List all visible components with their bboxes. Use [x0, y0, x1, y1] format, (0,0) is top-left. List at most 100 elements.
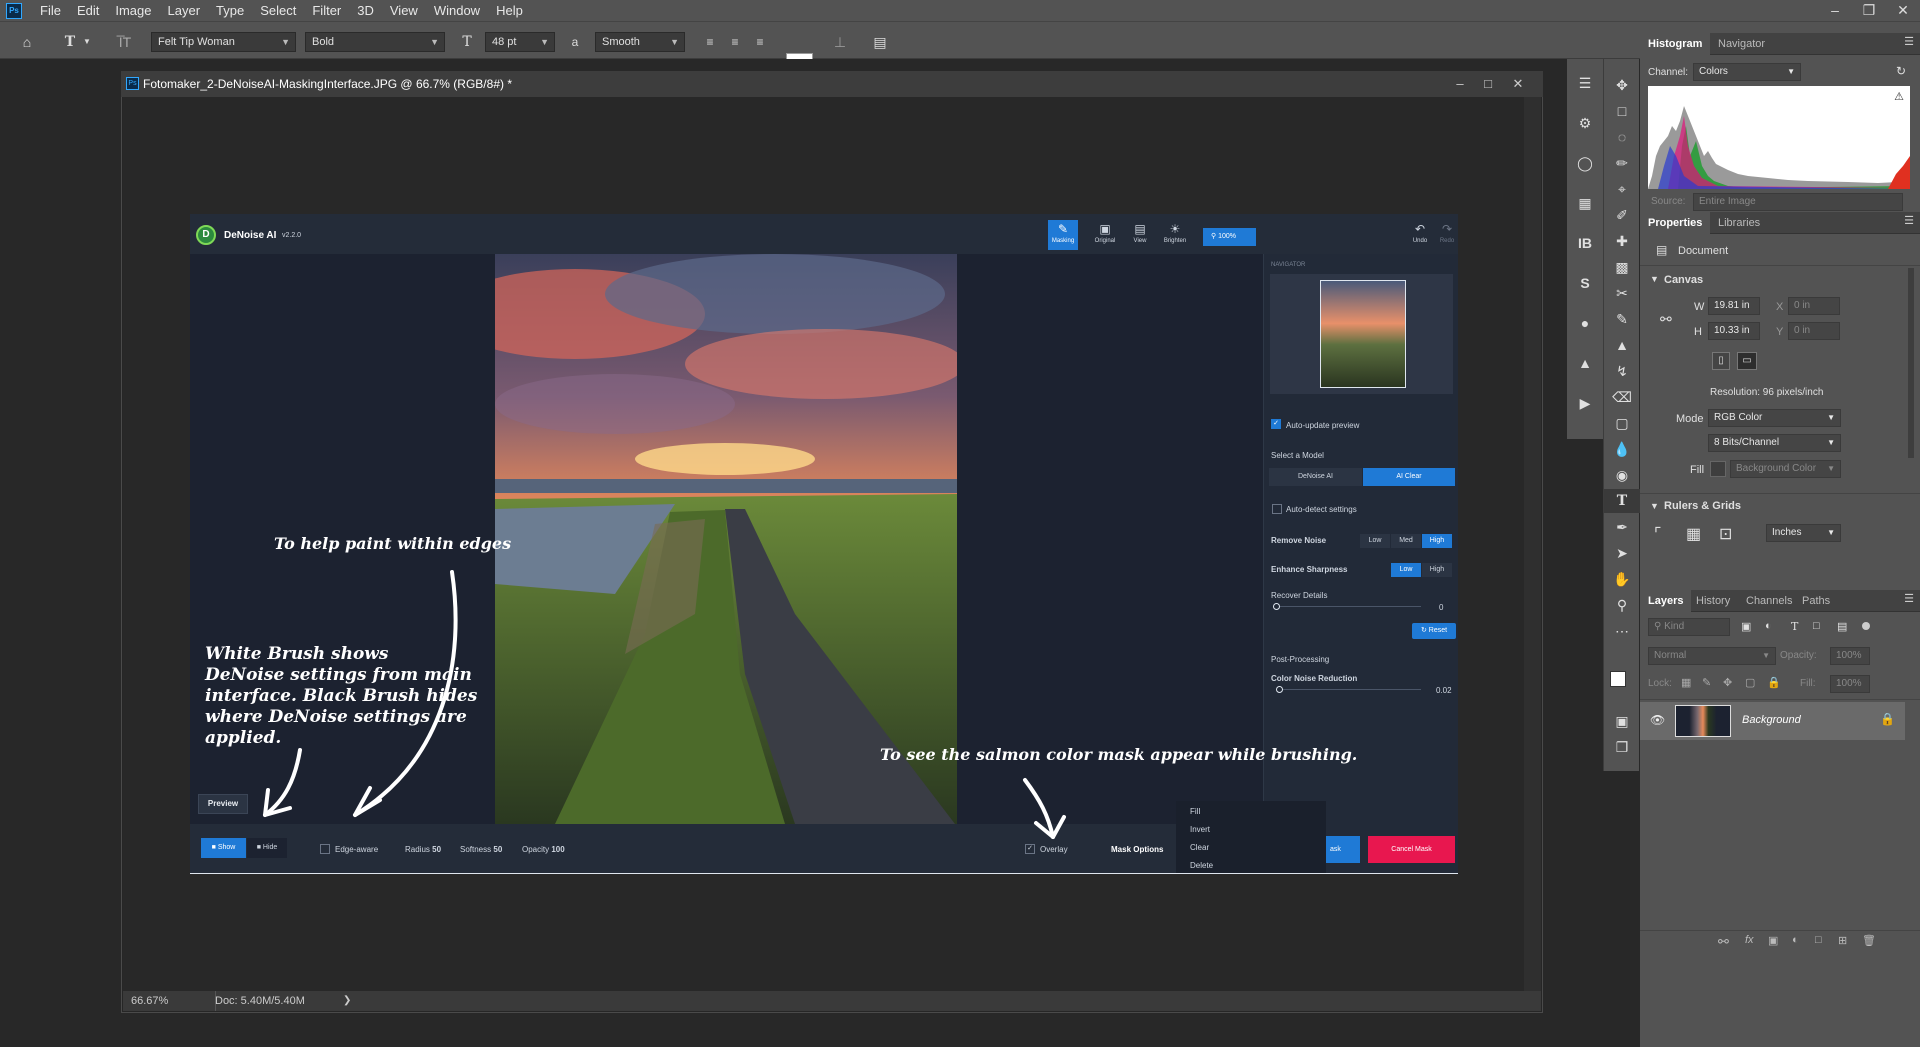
noise-high[interactable]: High: [1422, 534, 1452, 548]
auto-update-checkbox[interactable]: ✓: [1271, 419, 1281, 429]
reset-button[interactable]: ↻ Reset: [1412, 623, 1456, 639]
eraser-tool-icon[interactable]: ⌫: [1604, 385, 1640, 409]
kind-filter-select[interactable]: ⚲ Kind: [1648, 618, 1730, 636]
stamp-tool-icon[interactable]: ▩: [1604, 255, 1640, 279]
refresh-histogram-icon[interactable]: ↻: [1896, 64, 1906, 78]
filter-pixel-icon[interactable]: ▣: [1741, 620, 1751, 633]
navigator-box[interactable]: [1270, 274, 1453, 394]
antialias-select[interactable]: Smooth ▼: [595, 32, 685, 52]
model-ai-clear[interactable]: AI Clear: [1363, 468, 1455, 486]
filter-smart-icon[interactable]: ▤: [1837, 620, 1847, 633]
mask-menu-fill[interactable]: Fill: [1190, 807, 1200, 816]
recover-details-slider[interactable]: [1276, 606, 1421, 607]
circle-panel-icon[interactable]: ●: [1567, 311, 1603, 335]
model-denoise-ai[interactable]: DeNoise AI: [1269, 468, 1362, 486]
font-style-select[interactable]: Bold ▼: [305, 32, 445, 52]
brighten-tool[interactable]: ☀ Brighten: [1160, 220, 1190, 250]
mask-menu-delete[interactable]: Delete: [1190, 861, 1213, 870]
doc-restore-icon[interactable]: □: [1473, 71, 1503, 97]
tab-libraries[interactable]: Libraries: [1710, 212, 1768, 234]
history-brush-icon[interactable]: ↯: [1604, 359, 1640, 383]
link-layers-icon[interactable]: ⚯: [1718, 934, 1729, 950]
lock-pixels-icon[interactable]: ✎: [1702, 676, 1711, 689]
text-orientation-icon[interactable]: I̅T: [115, 32, 135, 52]
channel-select[interactable]: Colors ▼: [1693, 63, 1801, 81]
restore-icon[interactable]: ❐: [1852, 0, 1886, 21]
filter-toggle-icon[interactable]: [1862, 622, 1870, 630]
gradient-tool-icon[interactable]: ▢: [1604, 411, 1640, 435]
menu-select[interactable]: Select: [252, 3, 304, 18]
paths-panel-icon[interactable]: ◯: [1567, 151, 1603, 175]
screen-mode-icon[interactable]: ❐: [1604, 735, 1640, 759]
tab-channels[interactable]: Channels: [1738, 590, 1800, 612]
eye-icon[interactable]: 👁: [1650, 713, 1665, 727]
align-center-icon[interactable]: ≡: [725, 32, 745, 52]
y-field[interactable]: 0 in: [1788, 322, 1840, 340]
navigator-thumbnail[interactable]: [1320, 280, 1406, 388]
link-icon[interactable]: ⚯: [1660, 311, 1672, 328]
filter-shape-icon[interactable]: □: [1813, 620, 1820, 632]
warp-text-icon[interactable]: ⊥: [830, 32, 850, 52]
add-mask-icon[interactable]: ▣: [1768, 934, 1778, 947]
menu-view[interactable]: View: [382, 3, 426, 18]
noise-low[interactable]: Low: [1360, 534, 1390, 548]
fill-select[interactable]: Background Color ▼: [1730, 460, 1841, 478]
new-layer-icon[interactable]: ⊞: [1838, 934, 1847, 947]
mask-menu-clear[interactable]: Clear: [1190, 843, 1209, 852]
glyph-panel-icon[interactable]: ▲: [1567, 351, 1603, 375]
apply-mask-button[interactable]: ask: [1325, 836, 1360, 863]
lock-artboard-icon[interactable]: ▢: [1745, 676, 1755, 689]
x-field[interactable]: 0 in: [1788, 297, 1840, 315]
menu-layer[interactable]: Layer: [160, 3, 209, 18]
delete-layer-icon[interactable]: 🗑: [1862, 934, 1876, 947]
overlay-checkbox[interactable]: ✓: [1025, 844, 1035, 854]
tab-navigator[interactable]: Navigator: [1710, 33, 1773, 55]
character-panel-icon[interactable]: ▤: [870, 32, 890, 52]
eyedropper-icon[interactable]: ✐: [1604, 203, 1640, 227]
pen-tool-icon[interactable]: ✒: [1604, 515, 1640, 539]
grid-icon[interactable]: ▦: [1686, 524, 1701, 544]
zoom-level[interactable]: 66.67%: [131, 991, 168, 1011]
close-icon[interactable]: ✕: [1886, 0, 1920, 21]
cancel-mask-button[interactable]: Cancel Mask: [1368, 836, 1455, 863]
mask-options-button[interactable]: Mask Options: [1111, 845, 1163, 854]
recover-details-handle[interactable]: [1273, 603, 1280, 610]
dodge-tool-icon[interactable]: ◉: [1604, 463, 1640, 487]
fill-swatch[interactable]: [1710, 461, 1726, 477]
actions-play-icon[interactable]: ▶: [1567, 391, 1603, 415]
zoom-button[interactable]: ⚲ 100%: [1203, 228, 1256, 246]
foreground-color[interactable]: [1610, 671, 1626, 687]
auto-detect-checkbox[interactable]: [1272, 504, 1282, 514]
align-left-icon[interactable]: ≡: [700, 32, 720, 52]
sharp-high[interactable]: High: [1422, 563, 1452, 577]
rulers-chevron-icon[interactable]: ▼: [1650, 501, 1659, 511]
bits-select[interactable]: 8 Bits/Channel ▼: [1708, 434, 1841, 452]
tab-histogram[interactable]: Histogram: [1640, 33, 1711, 55]
layer-opacity-field[interactable]: 100%: [1830, 647, 1870, 665]
menu-filter[interactable]: Filter: [304, 3, 349, 18]
lock-transparent-icon[interactable]: ▦: [1681, 676, 1691, 689]
menu-edit[interactable]: Edit: [69, 3, 107, 18]
vertical-scrollbar[interactable]: [1524, 97, 1541, 991]
landscape-icon[interactable]: ▭: [1737, 352, 1757, 370]
more-tools-icon[interactable]: ⋯: [1604, 619, 1640, 643]
portrait-icon[interactable]: ▯: [1712, 352, 1730, 370]
properties-scrollbar[interactable]: [1908, 268, 1914, 458]
adjustment-layer-icon[interactable]: ◐: [1792, 934, 1799, 946]
menu-window[interactable]: Window: [426, 3, 488, 18]
doc-minimize-icon[interactable]: –: [1445, 71, 1475, 97]
width-field[interactable]: 19.81 in: [1708, 297, 1760, 315]
color-noise-handle[interactable]: [1276, 686, 1283, 693]
menu-type[interactable]: Type: [208, 3, 252, 18]
marquee-tool-icon[interactable]: □: [1604, 99, 1640, 123]
type-tool-active-icon[interactable]: T: [1604, 489, 1640, 513]
source-select[interactable]: Entire Image: [1693, 193, 1903, 211]
menu-file[interactable]: File: [32, 3, 69, 18]
tab-properties[interactable]: Properties: [1640, 212, 1711, 234]
plugin-s-icon[interactable]: S: [1567, 271, 1603, 295]
chevron-down-icon[interactable]: ▼: [77, 32, 97, 52]
redo-button[interactable]: ↷ Redo: [1432, 220, 1462, 250]
menu-3d[interactable]: 3D: [349, 3, 382, 18]
guides-icon[interactable]: ⊡: [1719, 524, 1732, 544]
path-select-icon[interactable]: ➤: [1604, 541, 1640, 565]
